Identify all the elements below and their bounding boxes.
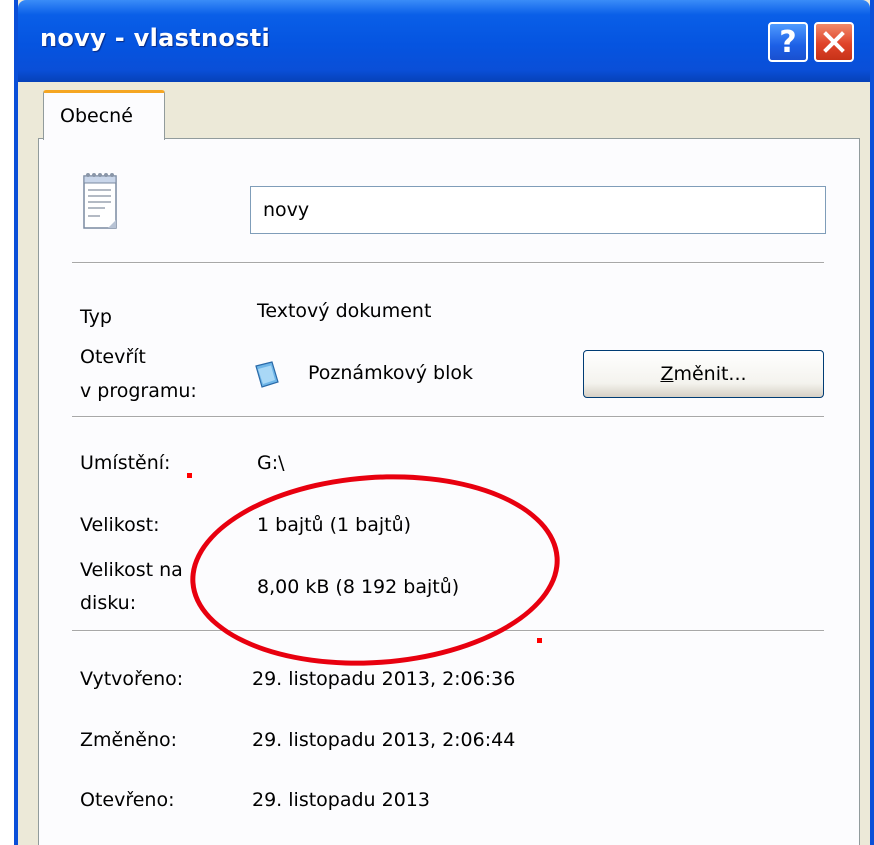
file-name-input[interactable] bbox=[250, 186, 826, 234]
annotation-dot bbox=[187, 473, 192, 478]
notepad-document-icon bbox=[83, 173, 117, 229]
location-value: G:\ bbox=[257, 452, 285, 474]
tab-general[interactable]: Obecné bbox=[43, 90, 165, 140]
open-with-label-line1: Otevřít bbox=[80, 346, 146, 368]
size-on-disk-label-line2: disku: bbox=[80, 592, 137, 614]
separator bbox=[72, 416, 824, 418]
type-label: Typ bbox=[80, 306, 112, 328]
window-title: novy - vlastnosti bbox=[40, 24, 271, 52]
modified-label: Změněno: bbox=[80, 729, 178, 751]
properties-dialog: novy - vlastnosti ? Obecné Typ Te bbox=[14, 0, 874, 845]
location-label: Umístění: bbox=[80, 452, 171, 474]
help-button[interactable]: ? bbox=[768, 22, 808, 62]
size-on-disk-label-line1: Velikost na bbox=[80, 559, 183, 581]
change-button-mnemonic: Z bbox=[660, 363, 674, 385]
change-program-button[interactable]: Změnit... bbox=[583, 350, 824, 398]
accessed-label: Otevřeno: bbox=[80, 789, 175, 811]
annotation-dot bbox=[537, 638, 542, 643]
separator bbox=[72, 262, 824, 264]
type-value: Textový dokument bbox=[257, 300, 432, 322]
created-value: 29. listopadu 2013, 2:06:36 bbox=[252, 668, 516, 690]
created-label: Vytvořeno: bbox=[80, 668, 184, 690]
close-icon bbox=[823, 31, 845, 53]
accessed-value: 29. listopadu 2013 bbox=[252, 789, 430, 811]
close-button[interactable] bbox=[814, 22, 854, 62]
open-with-app: Poznámkový blok bbox=[308, 362, 474, 384]
change-button-label: měnit... bbox=[673, 363, 747, 385]
size-label: Velikost: bbox=[80, 514, 160, 536]
tab-general-label: Obecné bbox=[60, 105, 133, 127]
help-icon: ? bbox=[779, 24, 797, 60]
title-bar[interactable]: novy - vlastnosti ? bbox=[18, 0, 870, 82]
notepad-app-icon bbox=[255, 361, 279, 388]
modified-value: 29. listopadu 2013, 2:06:44 bbox=[252, 729, 516, 751]
open-with-label-line2: v programu: bbox=[80, 380, 197, 402]
